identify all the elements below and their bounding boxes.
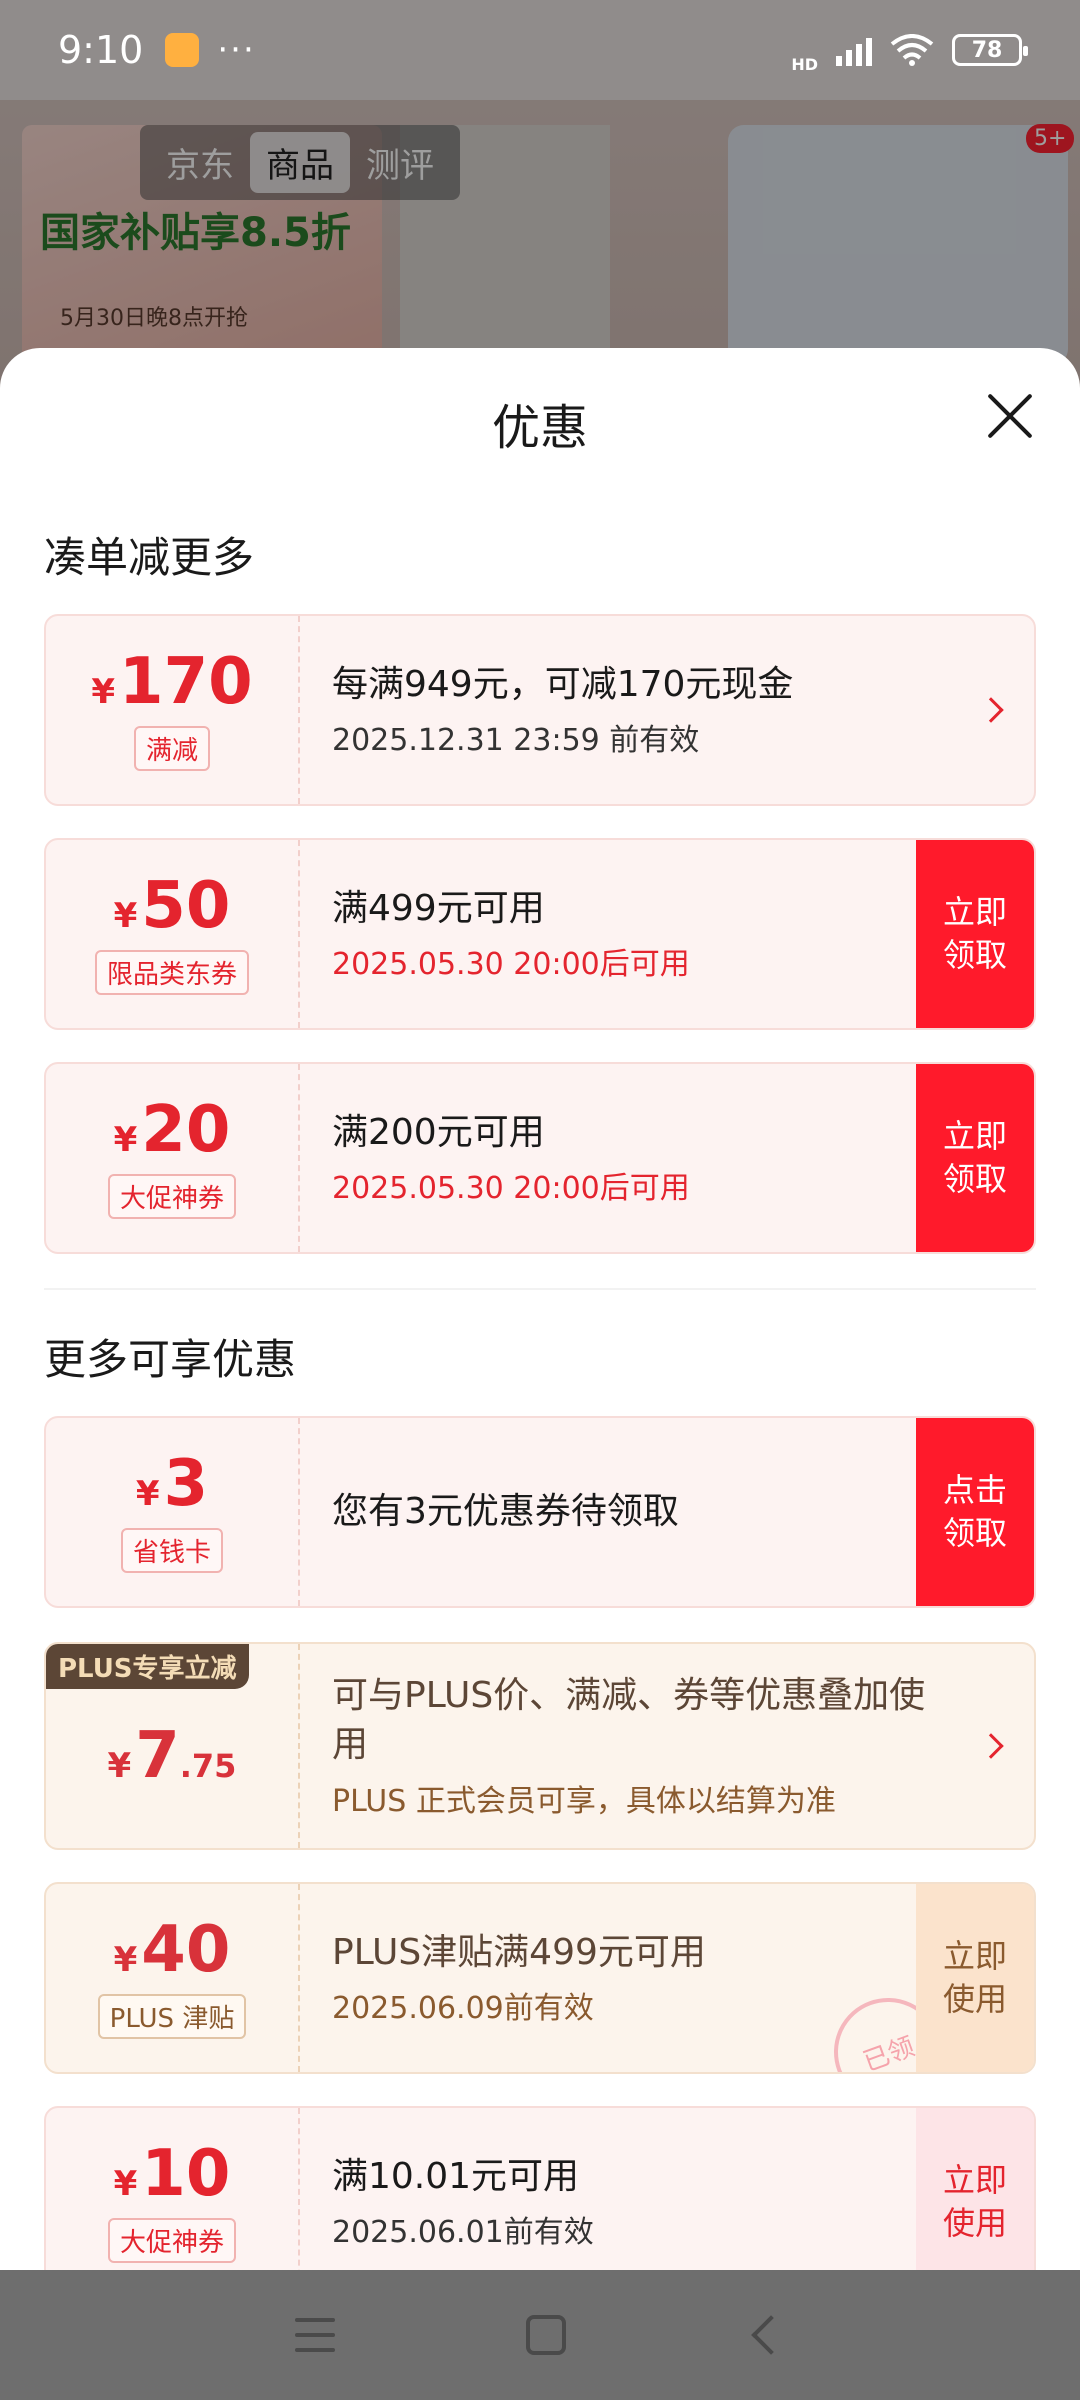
- chevron-right-icon[interactable]: [978, 1733, 1004, 1759]
- coupon-description: 您有3元优惠券待领取: [332, 1490, 679, 1532]
- section-divider: [44, 1288, 1036, 1290]
- coupon-description: 满10.01元可用: [332, 2155, 580, 2197]
- coupon-amount: ¥ 40: [113, 1912, 231, 1987]
- home-icon[interactable]: [525, 2315, 566, 2355]
- close-icon[interactable]: [984, 390, 1036, 442]
- coupon-description: PLUS津贴满499元可用: [332, 1931, 706, 1973]
- coupon-validity: 2025.05.30 20:00后可用: [332, 1171, 690, 1207]
- coupon-amount: ¥ 20: [113, 1092, 231, 1167]
- coupon-plus-allowance: ¥ 40 PLUS 津贴 PLUS津贴满499元可用 2025.06.09前有效…: [44, 1882, 1036, 2074]
- battery-icon: 78: [952, 34, 1028, 66]
- section-title-more: 更多可享优惠: [44, 1335, 297, 1384]
- coupon-validity: 2025.05.30 20:00后可用: [332, 947, 690, 983]
- system-nav-bar: [0, 2270, 1080, 2400]
- discount-sheet: 优惠 凑单减更多 ¥ 170 满减 每满949元，可减170元现金 2025.1…: [0, 348, 1080, 2270]
- coupon-promo: ¥ 20 大促神券 满200元可用 2025.05.30 20:00后可用 立即…: [44, 1062, 1036, 1254]
- coupon-validity: 2025.06.01前有效: [332, 2215, 594, 2251]
- more-notifications-icon: ···: [217, 30, 256, 70]
- coupon-tag: PLUS 津贴: [97, 1993, 247, 2039]
- coupon-saving-card: ¥ 3 省钱卡 您有3元优惠券待领取 点击领取: [44, 1416, 1036, 1608]
- coupon-validity: 2025.06.09前有效: [332, 1991, 594, 2027]
- status-time: 9:10: [58, 28, 144, 72]
- coupon-tag: 限品类东券: [94, 949, 249, 995]
- wifi-icon: [890, 34, 934, 66]
- coupon-tag: 大促神券: [107, 1173, 236, 1219]
- claim-button[interactable]: 立即领取: [916, 840, 1034, 1028]
- chevron-right-icon[interactable]: [978, 697, 1004, 723]
- coupon-description: 每满949元，可减170元现金: [332, 663, 794, 705]
- coupon-category: ¥ 50 限品类东券 满499元可用 2025.05.30 20:00后可用 立…: [44, 838, 1036, 1030]
- use-button[interactable]: 立即使用: [916, 1884, 1034, 2072]
- claim-button[interactable]: 点击领取: [916, 1418, 1034, 1606]
- coupon-promo-small: ¥ 10 大促神券 满10.01元可用 2025.06.01前有效 立即使用: [44, 2106, 1036, 2270]
- app-notification-icon: [165, 33, 200, 67]
- coupon-full-reduction[interactable]: ¥ 170 满减 每满949元，可减170元现金 2025.12.31 23:5…: [44, 614, 1036, 806]
- coupon-amount: ¥ 10: [113, 2136, 231, 2211]
- coupon-description: 满499元可用: [332, 887, 545, 929]
- status-bar: 9:10 ··· HD 78: [0, 0, 1080, 100]
- sheet-title: 优惠: [491, 400, 588, 456]
- signal-icon: [836, 34, 872, 66]
- coupon-validity: 2025.12.31 23:59 前有效: [332, 723, 700, 759]
- hd-label: HD: [791, 54, 818, 74]
- coupon-note: PLUS 正式会员可享，具体以结算为准: [332, 1783, 836, 1819]
- back-icon[interactable]: [750, 2315, 791, 2355]
- coupon-amount: ¥ 7 .75: [107, 1719, 237, 1793]
- coupon-tag: 大促神券: [107, 2217, 236, 2263]
- coupon-amount: ¥ 3: [135, 1446, 209, 1521]
- coupon-amount: ¥ 170: [91, 644, 253, 719]
- coupon-tag: 省钱卡: [120, 1527, 223, 1573]
- section-title-bundle: 凑单减更多: [44, 533, 255, 582]
- menu-icon[interactable]: [295, 2318, 336, 2352]
- claim-button[interactable]: 立即领取: [916, 1064, 1034, 1252]
- coupon-plus-discount[interactable]: PLUS专享立减 ¥ 7 .75 可与PLUS价、满减、券等优惠叠加使用 PLU…: [44, 1642, 1036, 1850]
- coupon-description: 可与PLUS价、满减、券等优惠叠加使用: [332, 1675, 926, 1765]
- coupon-description: 满200元可用: [332, 1111, 545, 1153]
- use-button[interactable]: 立即使用: [916, 2108, 1034, 2270]
- coupon-tag: 满减: [133, 725, 210, 771]
- coupon-amount: ¥ 50: [113, 868, 231, 943]
